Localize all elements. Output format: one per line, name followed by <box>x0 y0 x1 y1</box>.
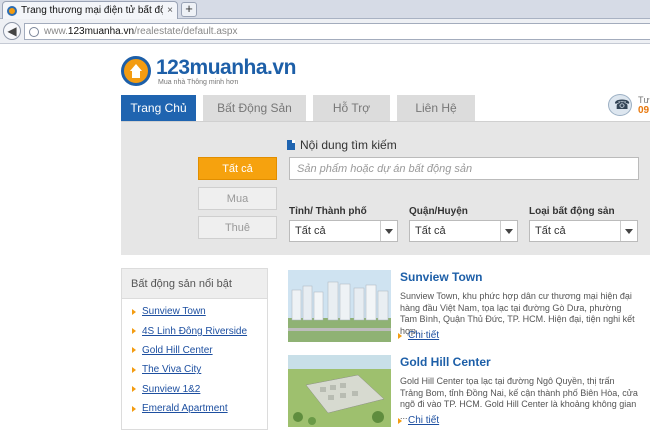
district-select[interactable]: Tất cả <box>409 220 518 242</box>
browser-tab-bar: Trang thương mại điện tử bất động sản đầ… <box>0 0 650 19</box>
arrow-bullet-icon <box>132 386 136 393</box>
featured-box: Bất động sản nổi bật Sunview Town 4S Lin… <box>121 268 268 430</box>
address-bar[interactable]: www.123muanha.vn/realestate/default.aspx <box>24 23 650 40</box>
filter-all-button[interactable]: Tất cả <box>198 157 277 180</box>
site-logo[interactable]: 123muanha.vn Mua nhà Thông minh hơn <box>121 56 296 86</box>
chevron-down-icon <box>380 221 397 241</box>
browser-tab[interactable]: Trang thương mại điện tử bất động sản đầ… <box>2 1 178 19</box>
featured-heading: Bất động sản nổi bật <box>122 269 267 299</box>
arrow-bullet-icon <box>132 366 136 373</box>
hotline-number: 09 <box>638 105 650 116</box>
chevron-down-icon <box>500 221 517 241</box>
arrow-bullet-icon <box>398 417 402 424</box>
featured-link[interactable]: Sunview 1&2 <box>142 384 200 395</box>
province-label: Tỉnh/ Thành phố <box>289 206 367 217</box>
new-tab-button[interactable]: + <box>181 2 197 17</box>
details-link[interactable]: Chi tiết <box>398 415 439 426</box>
listing-card: Gold Hill Center Gold Hill Center tọa lạ… <box>288 355 650 430</box>
logo-name: 123muanha.vn <box>156 55 296 79</box>
arrow-bullet-icon <box>132 405 136 412</box>
logo-slogan: Mua nhà Thông minh hơn <box>158 78 239 86</box>
listing-title[interactable]: Gold Hill Center <box>400 355 491 369</box>
listing-image[interactable] <box>288 270 391 342</box>
listing-image[interactable] <box>288 355 391 427</box>
featured-list: Sunview Town 4S Linh Đông Riverside Gold… <box>122 299 267 418</box>
property-type-select[interactable]: Tất cả <box>529 220 638 242</box>
arrow-bullet-icon <box>132 347 136 354</box>
arrow-bullet-icon <box>398 332 402 339</box>
browser-nav-bar: ◀ www.123muanha.vn/realestate/default.as… <box>0 19 650 44</box>
tab-support[interactable]: Hỗ Trợ <box>313 95 390 121</box>
close-tab-icon[interactable]: × <box>167 5 173 16</box>
browser-tab-title: Trang thương mại điện tử bất động sản đầ… <box>21 5 164 16</box>
phone-icon <box>608 94 632 116</box>
list-item: Sunview 1&2 <box>132 380 267 399</box>
globe-icon <box>29 26 39 37</box>
list-item: Emerald Apartment <box>132 399 267 418</box>
listing-card: Sunview Town Sunview Town, khu phức hợp … <box>288 270 650 345</box>
arrow-bullet-icon <box>132 328 136 335</box>
list-item: The Viva City <box>132 360 267 379</box>
arrow-bullet-icon <box>132 308 136 315</box>
district-label: Quận/Huyện <box>409 206 468 217</box>
document-icon <box>287 140 295 150</box>
featured-link[interactable]: The Viva City <box>142 364 201 375</box>
chevron-down-icon <box>620 221 637 241</box>
tab-real-estate[interactable]: Bất Động Sản <box>203 95 306 121</box>
site-favicon-icon <box>7 5 17 16</box>
search-panel: Tất cả Mua Thuê Nội dung tìm kiếm Tỉnh/ … <box>121 121 650 255</box>
search-input[interactable] <box>289 157 639 180</box>
filter-buy-button[interactable]: Mua <box>198 187 277 210</box>
list-item: Sunview Town <box>132 302 267 321</box>
back-button[interactable]: ◀ <box>3 22 21 40</box>
tab-contact[interactable]: Liên Hệ <box>397 95 475 121</box>
keyword-label: Nội dung tìm kiếm <box>287 138 397 152</box>
featured-link[interactable]: Sunview Town <box>142 306 206 317</box>
province-select[interactable]: Tất cả <box>289 220 398 242</box>
details-link[interactable]: Chi tiết <box>398 330 439 341</box>
filter-rent-button[interactable]: Thuê <box>198 216 277 239</box>
hotline[interactable]: Tư 09 <box>608 94 650 120</box>
hotline-label: Tư <box>638 95 650 105</box>
featured-link[interactable]: Gold Hill Center <box>142 345 213 356</box>
list-item: Gold Hill Center <box>132 341 267 360</box>
featured-link[interactable]: Emerald Apartment <box>142 403 228 414</box>
tab-home[interactable]: Trang Chủ <box>121 95 196 121</box>
featured-link[interactable]: 4S Linh Đông Riverside <box>142 326 247 337</box>
listing-title[interactable]: Sunview Town <box>400 270 482 284</box>
property-type-label: Loại bất động sản <box>529 206 615 217</box>
house-logo-icon <box>121 56 151 86</box>
main-nav: Trang Chủ Bất Động Sản Hỗ Trợ Liên Hệ <box>121 95 475 121</box>
url-text: www.123muanha.vn/realestate/default.aspx <box>44 26 238 37</box>
list-item: 4S Linh Đông Riverside <box>132 321 267 340</box>
